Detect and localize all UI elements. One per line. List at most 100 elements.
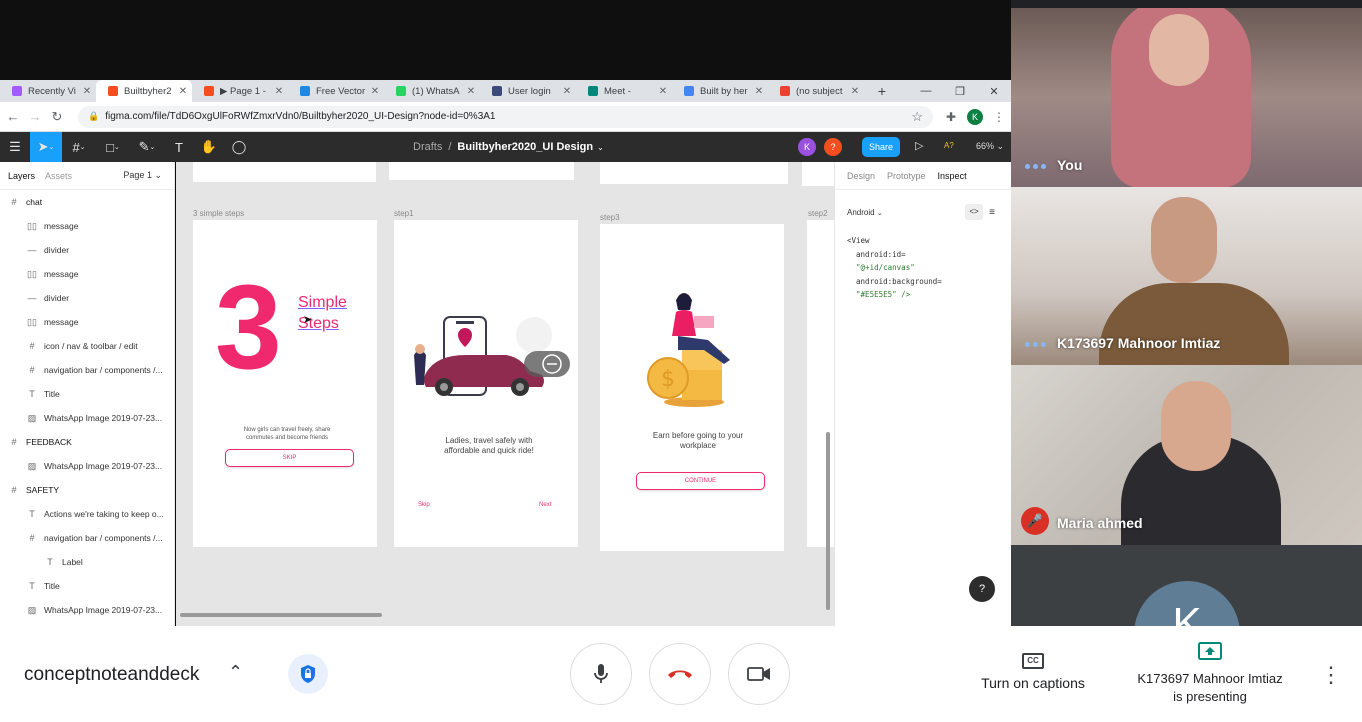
chevron-down-icon[interactable]: ⌄ [597,143,604,152]
layer-item[interactable]: # navigation bar / components /... [0,358,174,382]
minimize-icon[interactable]: — [909,85,943,97]
layer-item[interactable]: # icon / nav & toolbar / edit [0,334,174,358]
browser-tab[interactable]: (no subject ✕ [768,80,864,102]
breadcrumb-drafts[interactable]: Drafts [413,141,442,153]
browser-tab[interactable]: (1) WhatsA ✕ [384,80,480,102]
layer-item[interactable]: T Label [0,550,174,574]
close-window-icon[interactable]: ✕ [977,85,1011,98]
frame-label[interactable]: 3 simple steps [193,209,244,218]
comment-tool-icon[interactable]: ◯ [224,132,254,162]
layer-item[interactable]: ▨ WhatsApp Image 2019-07-23... [0,454,174,478]
layer-item[interactable]: ▨ WhatsApp Image 2019-07-23... [0,406,174,430]
layer-item[interactable]: # SAFETY [0,478,174,502]
url-field[interactable]: 🔒 figma.com/file/TdD6OxgUlFoRWfZmxrVdn0/… [78,105,933,128]
reload-icon[interactable]: ↻ [46,109,68,125]
list-view-icon[interactable]: ≡ [983,207,1001,218]
chevron-up-icon[interactable]: ⌃ [228,662,243,683]
collaborator-avatar[interactable]: K [798,138,816,156]
close-tab-icon[interactable]: ✕ [274,86,284,97]
tab-inspect[interactable]: Inspect [938,171,967,181]
browser-tab[interactable]: Recently Vi ✕ [0,80,96,102]
present-icon[interactable]: ▷ [915,139,923,152]
code-view-icon[interactable]: <> [965,204,983,220]
frame-label[interactable]: step1 [394,209,414,218]
frame-label[interactable]: step2 [808,209,828,218]
hand-tool-icon[interactable]: ✋ [194,132,224,162]
close-tab-icon[interactable]: ✕ [82,86,92,97]
browser-tab[interactable]: Meet - ✕ [576,80,672,102]
shape-tool-icon[interactable]: □ ⌄ [96,132,130,162]
tab-prototype[interactable]: Prototype [887,171,926,181]
close-tab-icon[interactable]: ✕ [850,86,860,97]
continue-button[interactable]: CONTINUE [636,472,765,490]
collaborator-avatar-2[interactable]: ? [824,138,842,156]
accessibility-badge[interactable]: A? [944,141,954,150]
browser-tab[interactable]: User login ✕ [480,80,576,102]
horizontal-scrollbar[interactable] [180,613,382,617]
camera-button[interactable] [728,643,790,705]
captions-button[interactable]: CC Turn on captions [972,650,1094,691]
browser-tab[interactable]: ▶ Page 1 - ✕ [192,80,288,102]
text-tool-icon[interactable]: T [164,132,194,162]
back-icon[interactable]: ← [2,109,24,124]
skip-button[interactable]: SKIP [225,449,354,467]
participant-tile-mahnoor[interactable]: K173697 Mahnoor Imtiaz [1011,187,1362,365]
new-tab-button[interactable]: + [870,83,894,99]
file-name[interactable]: Builtbyher2020_UI Design [457,141,593,153]
pen-tool-icon[interactable]: ✎ ⌄ [130,132,164,162]
close-tab-icon[interactable]: ✕ [562,86,572,97]
close-tab-icon[interactable]: ✕ [178,86,188,97]
frame-label[interactable]: step3 [600,213,620,222]
frame-step3[interactable]: $ Earn before going to your workplace CO… [600,224,784,551]
layer-item[interactable]: # FEEDBACK [0,430,174,454]
close-tab-icon[interactable]: ✕ [370,86,380,97]
layer-item[interactable]: T Actions we're taking to keep o... [0,502,174,526]
frame-tool-icon[interactable]: # ⌄ [62,132,96,162]
vertical-scrollbar[interactable] [826,432,830,610]
layer-item[interactable]: — divider [0,238,174,262]
security-shield-icon[interactable] [288,654,328,694]
participant-tile-you[interactable]: You [1011,8,1362,187]
layer-item[interactable]: # navigation bar / components /... [0,526,174,550]
browser-tab[interactable]: Built by her ✕ [672,80,768,102]
tab-design[interactable]: Design [847,171,875,181]
close-tab-icon[interactable]: ✕ [466,86,476,97]
restore-icon[interactable]: ❐ [943,85,977,98]
browser-tab[interactable]: Builtbyher2 ✕ [96,80,192,102]
tab-layers[interactable]: Layers [8,171,35,181]
platform-select[interactable]: Android ⌄ [847,208,883,217]
layer-item[interactable]: ▨ WhatsApp Image 2019-07-23... [0,598,174,622]
bookmark-star-icon[interactable]: ☆ [911,109,923,125]
skip-link[interactable]: Skip [418,502,430,508]
frame-step1[interactable]: Ladies, travel safely with affordable an… [394,220,578,547]
main-menu-icon[interactable]: ☰ [0,132,30,162]
browser-tab[interactable]: Free Vector ✕ [288,80,384,102]
layer-item[interactable]: # chat [0,190,174,214]
layer-item[interactable]: ▯▯ message [0,310,174,334]
page-selector[interactable]: Page 1 ⌄ [123,170,162,181]
layer-item[interactable]: T Title [0,382,174,406]
zoom-level[interactable]: 66% ⌄ [976,141,1004,152]
mic-button[interactable] [570,643,632,705]
more-options-icon[interactable]: ⋮ [1320,662,1342,688]
extensions-icon[interactable]: ✚ [939,110,963,124]
forward-icon[interactable]: → [24,109,46,124]
share-button[interactable]: Share [862,137,900,157]
participant-tile-maria[interactable]: 🎤 Maria ahmed [1011,365,1362,545]
frame-3-simple-steps[interactable]: 3 Simple Steps ➤ Now girls can travel fr… [193,220,377,547]
browser-menu-icon[interactable]: ⋮ [987,110,1011,124]
next-link[interactable]: Next [539,502,551,508]
move-tool-icon[interactable]: ➤ ⌄ [30,132,62,162]
layer-item[interactable]: ▯▯ message [0,262,174,286]
close-tab-icon[interactable]: ✕ [754,86,764,97]
help-button[interactable]: ? [969,576,995,602]
layer-item[interactable]: — divider [0,286,174,310]
layer-item[interactable]: T Title [0,574,174,598]
tab-assets[interactable]: Assets [45,171,72,181]
leave-call-button[interactable] [649,643,711,705]
meeting-name[interactable]: conceptnoteanddeck [24,664,199,686]
participant-tile-avatar[interactable]: K [1011,545,1362,626]
close-tab-icon[interactable]: ✕ [658,86,668,97]
figma-canvas[interactable]: 3 simple steps 3 Simple Steps ➤ Now girl… [176,162,834,626]
layer-item[interactable]: ▯▯ message [0,214,174,238]
